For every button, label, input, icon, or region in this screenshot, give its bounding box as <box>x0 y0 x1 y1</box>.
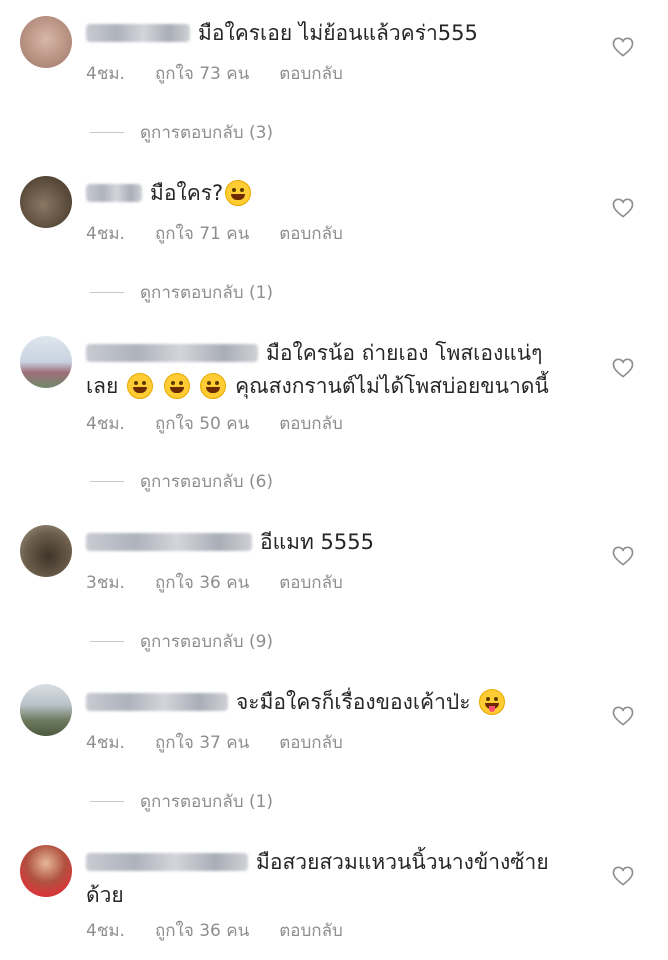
grin-emoji <box>127 373 154 399</box>
view-replies-label[interactable]: ดูการตอบกลับ (3) <box>140 119 273 146</box>
comment-time: 4ชม. <box>86 414 125 434</box>
view-replies-label[interactable]: ดูการตอบกลับ (1) <box>140 279 273 306</box>
heart-icon[interactable] <box>612 546 634 566</box>
comment-time: 4ชม. <box>86 224 125 244</box>
view-replies[interactable]: ดูการตอบกลับ (3) <box>90 119 273 146</box>
comment-body: อีแมท 5555 <box>86 525 586 558</box>
grin-emoji <box>163 373 190 399</box>
avatar[interactable] <box>20 176 72 228</box>
comment-meta: 4ชม. ถูกใจ 36 คน ตอบกลับ <box>86 917 343 944</box>
tongue-emoji <box>479 689 506 715</box>
comment-text-line2: ด้วย <box>86 883 124 907</box>
username-blurred[interactable] <box>86 693 228 711</box>
reply-button[interactable]: ตอบกลับ <box>279 729 343 756</box>
comment-time: 4ชม. <box>86 733 125 753</box>
comment-text-line2b: คุณสงกรานต์ไม่ได้โพสบ่อยขนาดนี้ <box>235 374 549 398</box>
comment-text: อีแมท 5555 <box>260 530 374 554</box>
comment-text: จะมือใครก็เรื่องของเค้าป่ะ <box>236 690 471 714</box>
comment-meta: 4ชม. ถูกใจ 73 คน ตอบกลับ <box>86 60 343 87</box>
divider-line <box>90 641 124 642</box>
reply-button[interactable]: ตอบกลับ <box>279 410 343 437</box>
view-replies-label[interactable]: ดูการตอบกลับ (9) <box>140 628 273 655</box>
avatar[interactable] <box>20 525 72 577</box>
joy-emoji <box>225 180 252 206</box>
reply-button[interactable]: ตอบกลับ <box>279 917 343 944</box>
avatar[interactable] <box>20 845 72 897</box>
view-replies[interactable]: ดูการตอบกลับ (6) <box>90 468 273 495</box>
heart-icon[interactable] <box>612 706 634 726</box>
username-blurred[interactable] <box>86 853 248 871</box>
comment-body: มือสวยสวมแหวนนิ้วนางข้างซ้าย ด้วย <box>86 845 586 911</box>
heart-icon[interactable] <box>612 37 634 57</box>
like-count[interactable]: ถูกใจ 37 คน <box>155 729 249 756</box>
grin-emoji <box>200 373 227 399</box>
like-count[interactable]: ถูกใจ 36 คน <box>155 569 249 596</box>
comment-time: 4ชม. <box>86 921 125 941</box>
comment-body: มือใครเอย ไม่ย้อนแล้วคร่า555 <box>86 16 586 49</box>
like-count[interactable]: ถูกใจ 71 คน <box>155 220 249 247</box>
divider-line <box>90 801 124 802</box>
comment-body: จะมือใครก็เรื่องของเค้าป่ะ <box>86 685 586 718</box>
view-replies-label[interactable]: ดูการตอบกลับ (1) <box>140 788 273 815</box>
heart-icon[interactable] <box>612 866 634 886</box>
view-replies-label[interactable]: ดูการตอบกลับ (6) <box>140 468 273 495</box>
comment-meta: 3ชม. ถูกใจ 36 คน ตอบกลับ <box>86 569 343 596</box>
comment-time: 3ชม. <box>86 573 125 593</box>
divider-line <box>90 132 124 133</box>
comment-text: มือใคร? <box>150 181 224 205</box>
username-blurred[interactable] <box>86 184 142 202</box>
reply-button[interactable]: ตอบกลับ <box>279 220 343 247</box>
view-replies[interactable]: ดูการตอบกลับ (9) <box>90 628 273 655</box>
comment-text: มือสวยสวมแหวนนิ้วนางข้างซ้าย <box>256 850 549 874</box>
reply-button[interactable]: ตอบกลับ <box>279 569 343 596</box>
like-count[interactable]: ถูกใจ 50 คน <box>155 410 249 437</box>
view-replies[interactable]: ดูการตอบกลับ (1) <box>90 279 273 306</box>
username-blurred[interactable] <box>86 533 252 551</box>
comment-meta: 4ชม. ถูกใจ 50 คน ตอบกลับ <box>86 410 343 437</box>
avatar[interactable] <box>20 16 72 68</box>
heart-icon[interactable] <box>612 358 634 378</box>
comment-time: 4ชม. <box>86 64 125 84</box>
username-blurred[interactable] <box>86 344 258 362</box>
comment-body: มือใครน้อ ถ่ายเอง โพสเองแน่ๆ เลย คุณสงกร… <box>86 336 586 402</box>
comment-text: มือใครเอย ไม่ย้อนแล้วคร่า555 <box>198 21 478 45</box>
reply-button[interactable]: ตอบกลับ <box>279 60 343 87</box>
view-replies[interactable]: ดูการตอบกลับ (1) <box>90 788 273 815</box>
like-count[interactable]: ถูกใจ 36 คน <box>155 917 249 944</box>
comment-meta: 4ชม. ถูกใจ 37 คน ตอบกลับ <box>86 729 343 756</box>
divider-line <box>90 292 124 293</box>
avatar[interactable] <box>20 336 72 388</box>
comment-text: มือใครน้อ ถ่ายเอง โพสเองแน่ๆ <box>266 341 543 365</box>
heart-icon[interactable] <box>612 198 634 218</box>
comment-body: มือใคร? <box>86 176 586 209</box>
avatar[interactable] <box>20 684 72 736</box>
divider-line <box>90 481 124 482</box>
like-count[interactable]: ถูกใจ 73 คน <box>155 60 249 87</box>
username-blurred[interactable] <box>86 24 190 42</box>
comment-meta: 4ชม. ถูกใจ 71 คน ตอบกลับ <box>86 220 343 247</box>
comment-text-line2: เลย <box>86 374 119 398</box>
